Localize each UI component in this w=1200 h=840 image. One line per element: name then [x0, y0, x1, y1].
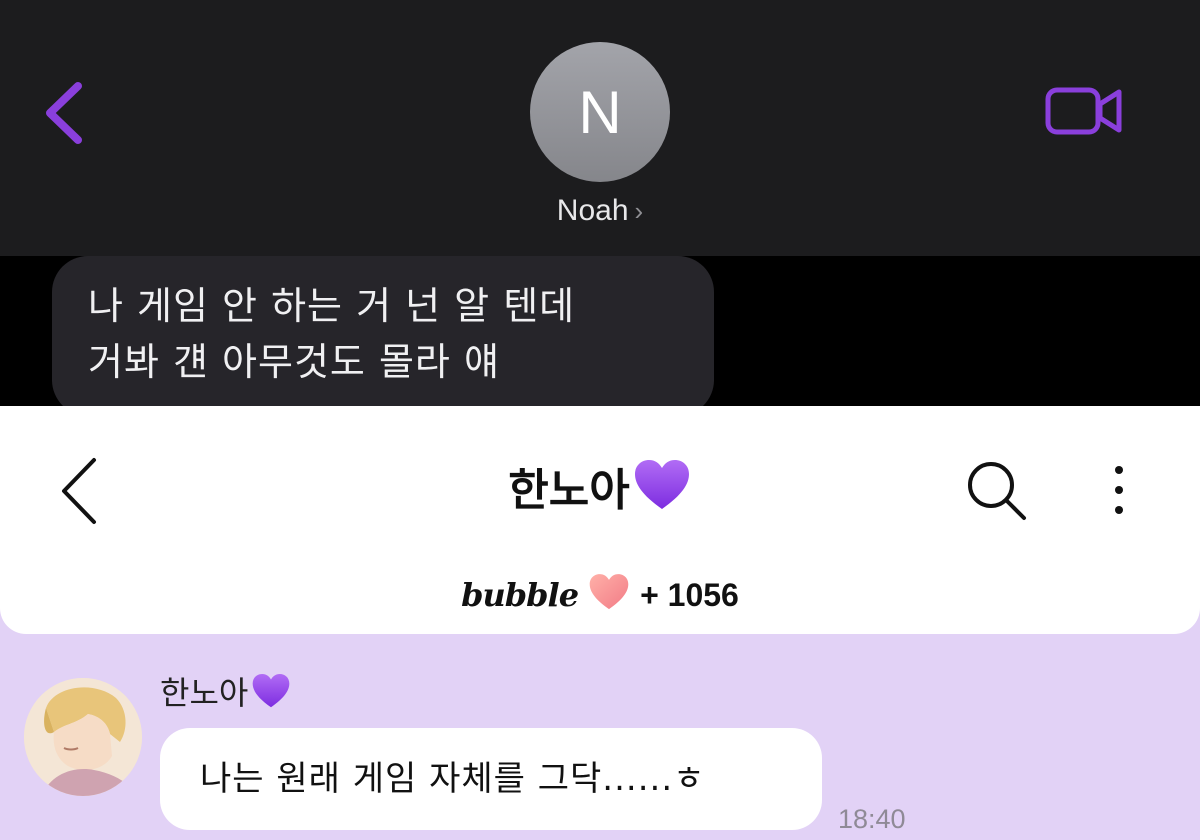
received-message-bubble[interactable]: 나 게임 안 하는 거 넌 알 텐데 거봐 걘 아무것도 몰라 얘 — [52, 256, 714, 406]
imessage-header: N Noah › — [0, 0, 1200, 256]
message-line-2: 거봐 걘 아무것도 몰라 얘 — [88, 340, 500, 384]
contact-initial: N — [578, 78, 622, 146]
bubble-brand: bubble — [461, 576, 579, 614]
video-camera-icon[interactable] — [1044, 84, 1124, 138]
message-timestamp: 18:40 — [838, 804, 906, 834]
chat-message-text: 나는 원래 게임 자체를 그닥......ㅎ — [200, 759, 706, 799]
bubble-chat-screen: 한노아 bubble + 1056 한노아 나는 원래 게임 자체를 그닥...… — [0, 406, 1200, 840]
pink-heart-icon — [589, 574, 629, 610]
message-line-1: 나 게임 안 하는 거 넌 알 텐데 — [88, 284, 576, 328]
bubble-header: 한노아 bubble + 1056 — [0, 406, 1200, 634]
purple-heart-icon — [634, 460, 689, 509]
search-icon[interactable] — [964, 458, 1030, 524]
chat-title-text: 한노아 — [508, 465, 630, 516]
contact-name-row[interactable]: Noah › — [0, 194, 1200, 228]
contact-avatar[interactable]: N — [530, 42, 670, 182]
back-chevron-icon[interactable] — [40, 80, 90, 146]
avatar-illustration — [24, 678, 142, 796]
chat-message-bubble[interactable]: 나는 원래 게임 자체를 그닥......ㅎ — [160, 728, 822, 830]
bubble-subscription-row: bubble + 1056 — [0, 572, 1200, 614]
sender-name-row: 한노아 — [160, 668, 292, 714]
bubble-count: + 1056 — [640, 577, 739, 613]
purple-heart-icon — [253, 674, 290, 708]
sender-name: 한노아 — [160, 674, 249, 712]
chevron-right-icon: › — [634, 196, 644, 226]
more-vertical-icon[interactable] — [1104, 460, 1134, 520]
sender-avatar[interactable] — [24, 678, 142, 796]
imessage-thread: 나 게임 안 하는 거 넌 알 텐데 거봐 걘 아무것도 몰라 얘 — [0, 256, 1200, 406]
contact-name: Noah — [556, 194, 629, 227]
